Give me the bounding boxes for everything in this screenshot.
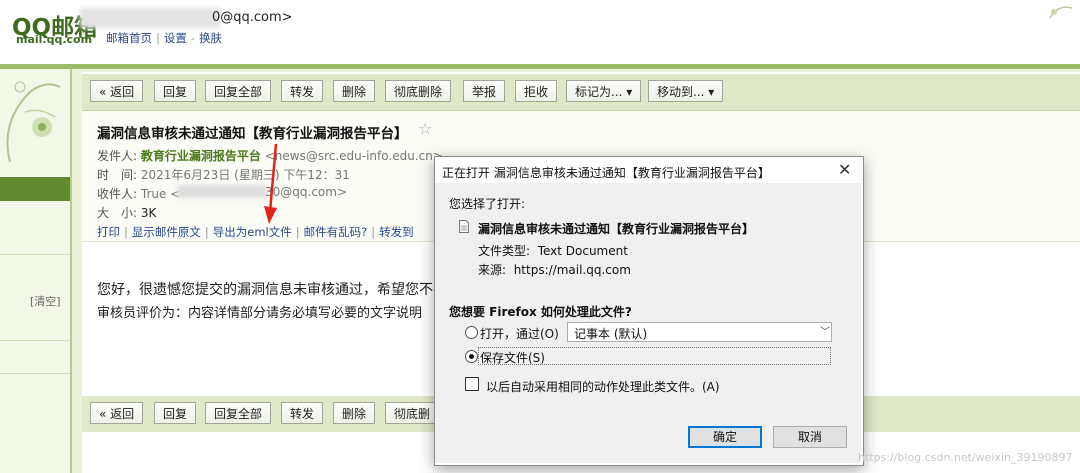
- separator: |: [295, 225, 300, 239]
- show-source-link[interactable]: 显示邮件原文: [132, 225, 201, 239]
- delete-button[interactable]: 删除: [333, 80, 376, 102]
- blurred-account: [80, 8, 220, 28]
- open-with-label[interactable]: 打开，通过(O): [480, 325, 559, 342]
- chosen-label: 您选择了打开:: [449, 197, 526, 211]
- separator: |: [156, 31, 160, 45]
- delete-button[interactable]: 删除: [333, 402, 376, 424]
- separator: |: [371, 225, 376, 239]
- clear-link[interactable]: [清空]: [30, 293, 61, 309]
- left-folder-bar[interactable]: [0, 177, 70, 201]
- leaf-decoration-icon: [1049, 6, 1073, 19]
- source-value: https://mail.qq.com: [513, 263, 631, 277]
- document-icon: [459, 220, 469, 233]
- logo-domain: mail.qq.com: [16, 33, 93, 46]
- separator: -: [190, 31, 196, 45]
- garbled-link[interactable]: 邮件有乱码?: [304, 225, 368, 239]
- close-icon[interactable]: ✕: [838, 160, 851, 179]
- mail-actions: 打印 | 显示邮件原文 | 导出为eml文件 | 邮件有乱码? | 转发到: [97, 224, 414, 240]
- file-name: 漏洞信息审核未通过通知【教育行业漏洞报告平台】: [478, 222, 755, 236]
- size-row: 大 小: 3K: [97, 204, 156, 221]
- export-eml-link[interactable]: 导出为eml文件: [213, 225, 292, 239]
- reply-all-button[interactable]: 回复全部: [205, 402, 272, 424]
- permanent-delete-button[interactable]: 彻底删除: [385, 80, 452, 102]
- report-button[interactable]: 举报: [463, 80, 506, 102]
- separator: |: [204, 225, 209, 239]
- back-button[interactable]: « 返回: [90, 402, 144, 424]
- forward-to-link[interactable]: 转发到: [379, 225, 414, 239]
- time-row: 时 间: 2021年6月23日 (星期三) 下午12：31: [97, 166, 350, 183]
- file-source: 来源: https://mail.qq.com: [478, 261, 631, 278]
- link-skin[interactable]: 换肤: [199, 31, 222, 45]
- reject-button[interactable]: 拒收: [515, 80, 558, 102]
- dialog-title: 正在打开 漏洞信息审核未通过通知【教育行业漏洞报告平台】: [442, 166, 770, 180]
- mail-toolbar-top: « 返回 回复 回复全部 转发 删除 彻底删除 举报 拒收 标记为... ▾ 移…: [82, 74, 1080, 111]
- type-value: Text Document: [537, 244, 628, 258]
- to-label: 收件人:: [97, 187, 138, 201]
- save-file-label[interactable]: 保存文件(S): [480, 349, 545, 366]
- ok-button[interactable]: 确定: [688, 426, 762, 448]
- open-with-app-value: 记事本 (默认): [574, 327, 648, 341]
- save-file-radio[interactable]: [465, 350, 478, 363]
- print-link[interactable]: 打印: [97, 225, 120, 239]
- divider: [0, 340, 70, 341]
- blurred-recipient: [177, 185, 267, 198]
- separator: |: [124, 225, 128, 239]
- source-label: 来源:: [478, 263, 507, 277]
- reply-button[interactable]: 回复: [154, 80, 197, 102]
- time-value: 2021年6月23日 (星期三) 下午12：31: [140, 168, 350, 182]
- handling-question: 您想要 Firefox 如何处理此文件?: [449, 305, 632, 319]
- watermark: https://blog.csdn.net/weixin_39190897: [858, 451, 1073, 464]
- mark-as-dropdown[interactable]: 标记为... ▾: [566, 80, 642, 102]
- header-links: 邮箱首页 | 设置 - 换肤: [106, 30, 222, 46]
- from-address: <news@src.edu-info.edu.cn>: [264, 149, 443, 163]
- auto-action-checkbox[interactable]: [465, 377, 479, 391]
- red-arrow-annotation: [264, 143, 278, 224]
- from-name[interactable]: 教育行业漏洞报告平台: [141, 149, 261, 163]
- forward-button[interactable]: 转发: [281, 80, 324, 102]
- divider: [0, 254, 70, 255]
- mail-subject: 漏洞信息审核未通过通知【教育行业漏洞报告平台】: [97, 126, 408, 142]
- to-value: True <: [140, 187, 181, 201]
- star-icon[interactable]: ☆: [418, 119, 432, 138]
- file-type: 文件类型: Text Document: [478, 242, 628, 259]
- move-to-dropdown[interactable]: 移动到... ▾: [648, 80, 724, 102]
- auto-action-label[interactable]: 以后自动采用相同的动作处理此类文件。(A): [486, 378, 720, 395]
- account-email: 0@qq.com>: [212, 10, 293, 25]
- chevron-down-icon: ﹀: [820, 327, 830, 338]
- mail-body-line2: 审核员评价为：内容详情部分请务必填写必要的文字说明: [97, 306, 423, 321]
- reply-button[interactable]: 回复: [154, 402, 197, 424]
- divider: [0, 373, 70, 374]
- floral-decoration-icon: [6, 81, 61, 163]
- link-mail-home[interactable]: 邮箱首页: [106, 31, 152, 45]
- from-label: 发件人:: [97, 149, 138, 163]
- forward-button[interactable]: 转发: [281, 402, 324, 424]
- size-label: 大 小:: [97, 206, 138, 220]
- open-with-radio[interactable]: [465, 326, 478, 339]
- link-settings[interactable]: 设置: [164, 31, 187, 45]
- reply-all-button[interactable]: 回复全部: [205, 80, 272, 102]
- time-label: 时 间:: [97, 168, 138, 182]
- size-value: 3K: [140, 206, 157, 220]
- to-row: 收件人: True <: [97, 185, 180, 202]
- back-button[interactable]: « 返回: [90, 80, 144, 102]
- cancel-button[interactable]: 取消: [773, 426, 847, 448]
- type-label: 文件类型:: [478, 244, 531, 258]
- permanent-delete-button[interactable]: 彻底删: [385, 402, 440, 424]
- mail-body-line1: 您好，很遗憾您提交的漏洞信息未审核通过，希望您不要: [97, 282, 447, 298]
